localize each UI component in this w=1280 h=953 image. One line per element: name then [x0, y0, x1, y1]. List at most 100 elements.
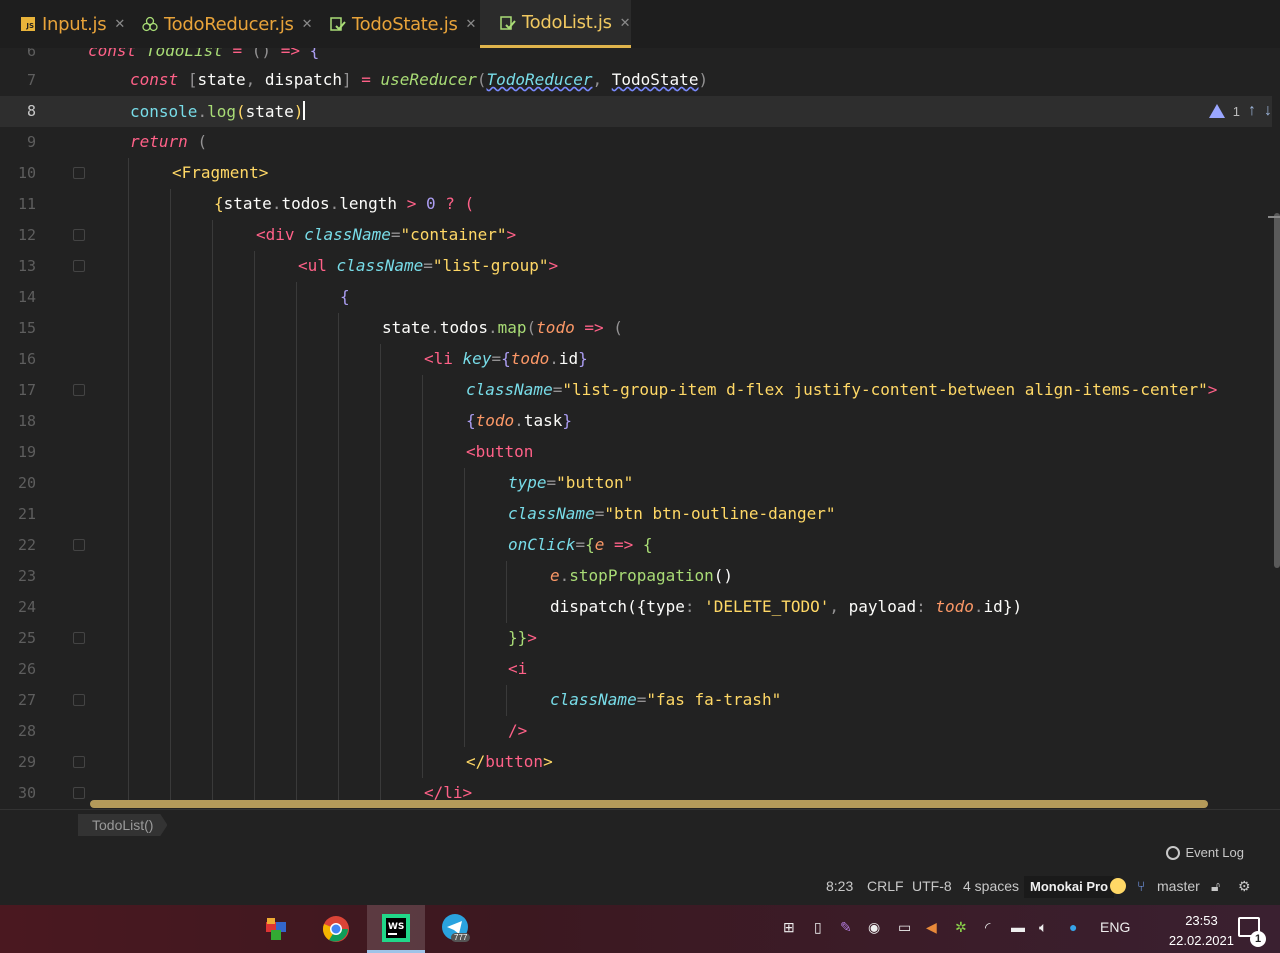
chrome-tray-icon[interactable]: ◉: [868, 919, 880, 936]
chrome-icon[interactable]: [307, 905, 365, 953]
wifi-icon[interactable]: ◜: [985, 919, 990, 936]
fold-marker[interactable]: [73, 167, 85, 179]
code-text: <Fragment>: [172, 163, 269, 182]
git-branch[interactable]: master: [1157, 878, 1200, 894]
line-number: 15: [17, 319, 36, 337]
code-text: <li key={todo.id}: [424, 349, 588, 368]
code-text: onClick={e => {: [508, 535, 653, 554]
tab-todostate-js[interactable]: TodoState.js ✕: [310, 0, 484, 48]
code-line: 7 const [state, dispatch] = useReducer(T…: [0, 65, 1272, 96]
tab-label: TodoReducer.js: [164, 13, 294, 35]
clock-time: 23:53: [1185, 913, 1218, 928]
telegram-icon[interactable]: 777: [427, 905, 485, 953]
svg-text:WS: WS: [388, 922, 404, 932]
clock[interactable]: 23:53 22.02.2021: [1169, 911, 1234, 951]
warning-count: 1: [1232, 103, 1240, 119]
line-number: 19: [17, 443, 36, 461]
theme-color-dot: [1110, 878, 1126, 894]
line-number: 30: [17, 784, 36, 800]
fold-marker[interactable]: [73, 756, 85, 768]
code-editor[interactable]: 6 const TodoList = () => { 7 const [stat…: [0, 48, 1280, 800]
language-indicator[interactable]: ENG: [1100, 919, 1130, 935]
line-number: 8: [26, 102, 36, 120]
tab-todolist-js[interactable]: TodoList.js ✕: [480, 0, 631, 48]
settings-icon[interactable]: ⚙: [1238, 878, 1251, 895]
status-bar: 8:23 CRLF UTF-8 4 spaces Monokai Pro ⑂ m…: [0, 869, 1280, 905]
fold-marker[interactable]: [73, 384, 85, 396]
fold-marker[interactable]: [73, 229, 85, 241]
code-line: 23 e.stopPropagation(): [0, 561, 1272, 592]
caret-position[interactable]: 8:23: [826, 878, 853, 894]
code-text: const TodoList = () => {: [88, 48, 320, 60]
line-separator[interactable]: CRLF: [867, 878, 904, 894]
close-icon[interactable]: ✕: [620, 15, 631, 31]
js-file-icon: JS: [20, 16, 36, 32]
vertical-scrollbar[interactable]: [1274, 213, 1280, 568]
line-number: 11: [17, 195, 36, 213]
code-line: 16 <li key={todo.id}: [0, 344, 1272, 375]
line-number: 17: [17, 381, 36, 399]
code-line: 25 }}>: [0, 623, 1272, 654]
windows-taskbar: WS 777 ⊞ ▯ ✎ ◉ ▭ ◀ ✲ ◜ ▬ 🔈︎ ● ENG 23:53 …: [0, 905, 1280, 953]
app-tray-icon[interactable]: ✲: [955, 919, 967, 936]
fold-marker[interactable]: [73, 260, 85, 272]
file-encoding[interactable]: UTF-8: [912, 878, 952, 894]
breadcrumb[interactable]: TodoList(): [78, 814, 168, 836]
line-number: 6: [26, 48, 36, 60]
tab-todoreducer-js[interactable]: TodoReducer.js ✕: [122, 0, 321, 48]
usb-icon[interactable]: ▯: [814, 919, 822, 936]
arrow-up-icon[interactable]: ↑: [1248, 102, 1256, 120]
volume-icon[interactable]: 🔈︎: [1039, 919, 1047, 936]
fold-marker[interactable]: [73, 632, 85, 644]
fold-marker[interactable]: [73, 694, 85, 706]
event-log-icon: [1166, 845, 1181, 860]
line-number: 7: [26, 71, 36, 89]
clipboard-icon[interactable]: ▭: [898, 919, 911, 936]
fold-marker[interactable]: [73, 787, 85, 799]
code-text: const [state, dispatch] = useReducer(Tod…: [130, 70, 709, 89]
horizontal-scrollbar[interactable]: [90, 800, 1208, 808]
tab-label: Input.js: [42, 13, 107, 35]
code-text: {: [340, 287, 350, 306]
line-number: 12: [17, 226, 36, 244]
inspection-widget[interactable]: 1 ↑ ↓: [1208, 102, 1272, 120]
webstorm-icon[interactable]: WS: [367, 905, 425, 953]
code-line: 17 className="list-group-item d-flex jus…: [0, 375, 1272, 406]
theme-indicator[interactable]: Monokai Pro: [1024, 876, 1115, 898]
code-line: 9 return (: [0, 127, 1272, 158]
event-log-label: Event Log: [1185, 845, 1244, 860]
code-text: type="button": [508, 473, 634, 492]
event-log-button[interactable]: Event Log: [1166, 845, 1244, 860]
lock-icon[interactable]: 🔓︎: [1211, 878, 1220, 895]
tab-label: TodoState.js: [352, 13, 458, 35]
code-line: 20 type="button": [0, 468, 1272, 499]
close-icon[interactable]: ✕: [466, 16, 477, 32]
arrow-down-icon[interactable]: ↓: [1264, 102, 1272, 120]
speaker-muted-icon[interactable]: ◀: [926, 919, 937, 936]
pen-icon[interactable]: ✎: [840, 919, 852, 936]
line-number: 28: [17, 722, 36, 740]
winrar-icon[interactable]: [248, 905, 306, 953]
code-line: 13 <ul className="list-group">: [0, 251, 1272, 282]
telegram-tray-icon[interactable]: ●: [1069, 919, 1077, 935]
code-line: 12 <div className="container">: [0, 220, 1272, 251]
code-text: return (: [130, 132, 208, 151]
indent-setting[interactable]: 4 spaces: [963, 878, 1019, 894]
line-number: 25: [17, 629, 36, 647]
scroll-marker: [1268, 216, 1280, 218]
line-number: 9: [26, 133, 36, 151]
line-number: 24: [17, 598, 36, 616]
battery-icon[interactable]: ▬: [1011, 919, 1025, 935]
tab-label: TodoList.js: [522, 12, 612, 33]
network-tray-icon[interactable]: ⊞: [783, 919, 795, 936]
code-text: console.log(state): [130, 101, 306, 121]
code-text: <ul className="list-group">: [298, 256, 559, 275]
tab-input-js[interactable]: JS Input.js ✕: [0, 0, 133, 48]
code-text: className="btn btn-outline-danger": [508, 504, 836, 523]
code-text: e.stopPropagation(): [550, 566, 734, 585]
code-line: 18 {todo.task}: [0, 406, 1272, 437]
fold-marker[interactable]: [73, 539, 85, 551]
line-number: 29: [17, 753, 36, 771]
code-line: 15 state.todos.map(todo => (: [0, 313, 1272, 344]
code-line: 11 {state.todos.length > 0 ? (: [0, 189, 1272, 220]
